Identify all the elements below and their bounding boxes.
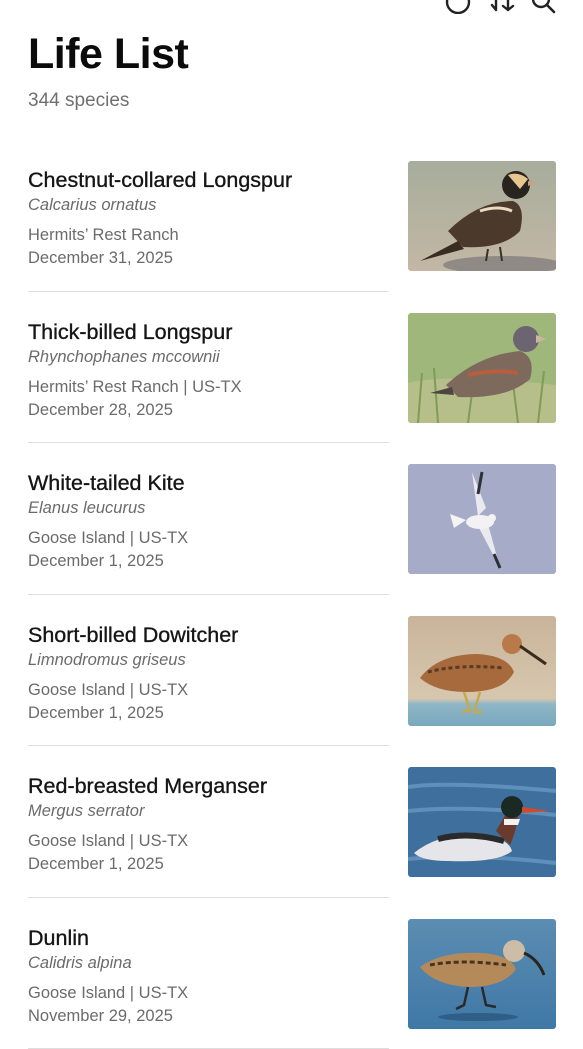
list-item-text: Dunlin Calidris alpina Goose Island | US… xyxy=(28,925,388,1028)
list-item-text: Short-billed Dowitcher Limnodromus grise… xyxy=(28,622,388,725)
location: Goose Island | US-TX xyxy=(28,527,388,550)
location: Hermits’ Rest Ranch xyxy=(28,224,388,247)
list-item[interactable]: Dunlin Calidris alpina Goose Island | US… xyxy=(0,898,583,1049)
location: Goose Island | US-TX xyxy=(28,679,388,702)
location: Goose Island | US-TX xyxy=(28,830,388,853)
list-item[interactable]: Red-breasted Merganser Mergus serrator G… xyxy=(0,746,583,898)
sighting-date: December 1, 2025 xyxy=(28,853,388,876)
common-name: Dunlin xyxy=(28,925,388,951)
scientific-name: Calidris alpina xyxy=(28,953,388,973)
bird-photo[interactable] xyxy=(408,313,556,423)
list-item[interactable]: Thick-billed Longspur Rhynchophanes mcco… xyxy=(0,292,583,444)
common-name: Chestnut-collared Longspur xyxy=(28,167,388,193)
bird-photo[interactable] xyxy=(408,616,556,726)
sighting-date: December 28, 2025 xyxy=(28,399,388,422)
location: Goose Island | US-TX xyxy=(28,982,388,1005)
list-item[interactable]: Short-billed Dowitcher Limnodromus grise… xyxy=(0,595,583,747)
list-item[interactable]: Chestnut-collared Longspur Calcarius orn… xyxy=(0,140,583,292)
scientific-name: Elanus leucurus xyxy=(28,498,388,518)
common-name: Thick-billed Longspur xyxy=(28,319,388,345)
bird-photo[interactable] xyxy=(408,161,556,271)
info-icon[interactable] xyxy=(444,0,472,14)
page-title: Life List xyxy=(28,30,188,79)
sighting-date: November 29, 2025 xyxy=(28,1005,388,1028)
common-name: Red-breasted Merganser xyxy=(28,773,388,799)
scientific-name: Rhynchophanes mccownii xyxy=(28,347,388,367)
list-item[interactable]: White-tailed Kite Elanus leucurus Goose … xyxy=(0,443,583,595)
location: Hermits’ Rest Ranch | US-TX xyxy=(28,376,388,399)
sort-icon[interactable] xyxy=(488,0,516,14)
top-toolbar xyxy=(0,0,583,14)
scientific-name: Mergus serrator xyxy=(28,801,388,821)
bird-photo[interactable] xyxy=(408,919,556,1029)
common-name: Short-billed Dowitcher xyxy=(28,622,388,648)
bird-photo[interactable] xyxy=(408,767,556,877)
search-icon[interactable] xyxy=(530,0,558,14)
sighting-date: December 1, 2025 xyxy=(28,550,388,573)
sighting-date: December 31, 2025 xyxy=(28,247,388,270)
list-item-text: White-tailed Kite Elanus leucurus Goose … xyxy=(28,470,388,573)
sighting-date: December 1, 2025 xyxy=(28,702,388,725)
scientific-name: Calcarius ornatus xyxy=(28,195,388,215)
common-name: White-tailed Kite xyxy=(28,470,388,496)
list-item-text: Thick-billed Longspur Rhynchophanes mcco… xyxy=(28,319,388,422)
scientific-name: Limnodromus griseus xyxy=(28,650,388,670)
list-item-text: Red-breasted Merganser Mergus serrator G… xyxy=(28,773,388,876)
life-list: Chestnut-collared Longspur Calcarius orn… xyxy=(0,140,583,1049)
list-item-text: Chestnut-collared Longspur Calcarius orn… xyxy=(28,167,388,270)
bird-photo[interactable] xyxy=(408,464,556,574)
species-count: 344 species xyxy=(28,90,129,112)
